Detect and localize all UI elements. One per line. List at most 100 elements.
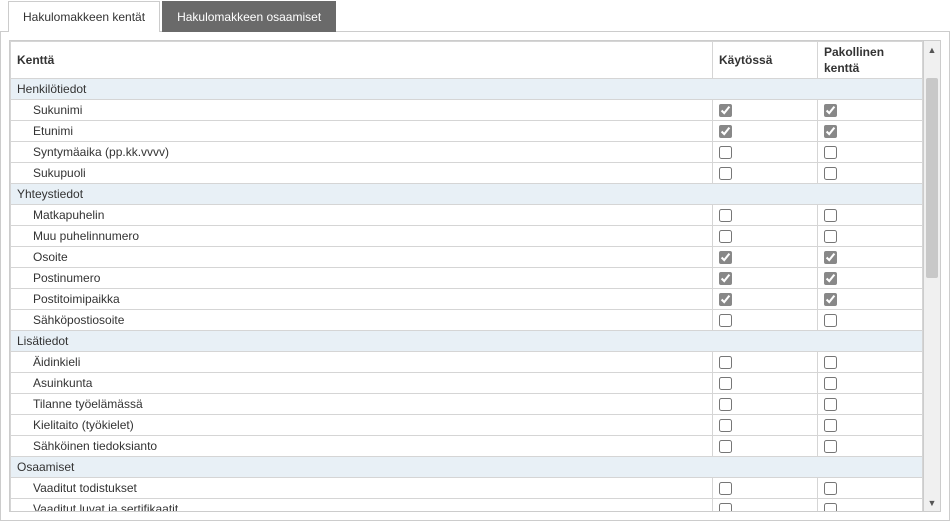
- required-checkbox[interactable]: [824, 356, 837, 369]
- tab-form-skills[interactable]: Hakulomakkeen osaamiset: [162, 1, 336, 32]
- table-row: Postinumero: [11, 268, 923, 289]
- inuse-cell: [713, 289, 818, 310]
- table-row: Vaaditut luvat ja sertifikaatit: [11, 499, 923, 513]
- fields-table: Kenttä Käytössä Pakollinen kenttä Henkil…: [10, 41, 923, 512]
- field-label: Sähköinen tiedoksianto: [11, 436, 713, 457]
- table-row: Sähköinen tiedoksianto: [11, 436, 923, 457]
- field-label: Kielitaito (työkielet): [11, 415, 713, 436]
- required-checkbox[interactable]: [824, 125, 837, 138]
- required-cell: [818, 268, 923, 289]
- required-cell: [818, 352, 923, 373]
- inuse-cell: [713, 394, 818, 415]
- field-label: Postitoimipaikka: [11, 289, 713, 310]
- scroll-wrap: Kenttä Käytössä Pakollinen kenttä Henkil…: [9, 40, 941, 512]
- required-checkbox[interactable]: [824, 398, 837, 411]
- required-checkbox[interactable]: [824, 167, 837, 180]
- required-checkbox[interactable]: [824, 272, 837, 285]
- required-checkbox[interactable]: [824, 230, 837, 243]
- required-cell: [818, 142, 923, 163]
- required-cell: [818, 289, 923, 310]
- vertical-scrollbar[interactable]: ▲ ▼: [924, 40, 941, 512]
- inuse-checkbox[interactable]: [719, 482, 732, 495]
- required-cell: [818, 100, 923, 121]
- inuse-checkbox[interactable]: [719, 209, 732, 222]
- required-cell: [818, 310, 923, 331]
- inuse-cell: [713, 373, 818, 394]
- inuse-checkbox[interactable]: [719, 230, 732, 243]
- field-label: Syntymäaika (pp.kk.vvvv): [11, 142, 713, 163]
- inuse-checkbox[interactable]: [719, 503, 732, 512]
- inuse-checkbox[interactable]: [719, 419, 732, 432]
- field-label: Äidinkieli: [11, 352, 713, 373]
- inuse-checkbox[interactable]: [719, 125, 732, 138]
- required-checkbox[interactable]: [824, 503, 837, 512]
- inuse-cell: [713, 352, 818, 373]
- inuse-cell: [713, 226, 818, 247]
- group-label: Yhteystiedot: [11, 184, 923, 205]
- inuse-checkbox[interactable]: [719, 104, 732, 117]
- field-label: Sukupuoli: [11, 163, 713, 184]
- app-container: Hakulomakkeen kentät Hakulomakkeen osaam…: [0, 0, 950, 527]
- required-checkbox[interactable]: [824, 209, 837, 222]
- required-checkbox[interactable]: [824, 377, 837, 390]
- inuse-checkbox[interactable]: [719, 251, 732, 264]
- required-cell: [818, 121, 923, 142]
- table-row: Osoite: [11, 247, 923, 268]
- tab-form-fields[interactable]: Hakulomakkeen kentät: [8, 1, 160, 32]
- table-row: Tilanne työelämässä: [11, 394, 923, 415]
- fields-table-wrap: Kenttä Käytössä Pakollinen kenttä Henkil…: [9, 40, 924, 512]
- group-row: Lisätiedot: [11, 331, 923, 352]
- scroll-down-icon[interactable]: ▼: [924, 494, 940, 511]
- required-checkbox[interactable]: [824, 419, 837, 432]
- table-row: Postitoimipaikka: [11, 289, 923, 310]
- required-checkbox[interactable]: [824, 104, 837, 117]
- required-cell: [818, 415, 923, 436]
- required-cell: [818, 499, 923, 513]
- inuse-checkbox[interactable]: [719, 293, 732, 306]
- group-row: Henkilötiedot: [11, 79, 923, 100]
- required-checkbox[interactable]: [824, 293, 837, 306]
- inuse-checkbox[interactable]: [719, 377, 732, 390]
- inuse-cell: [713, 499, 818, 513]
- table-row: Vaaditut todistukset: [11, 478, 923, 499]
- inuse-checkbox[interactable]: [719, 146, 732, 159]
- required-cell: [818, 373, 923, 394]
- inuse-cell: [713, 142, 818, 163]
- required-cell: [818, 226, 923, 247]
- group-label: Henkilötiedot: [11, 79, 923, 100]
- required-cell: [818, 205, 923, 226]
- group-row: Osaamiset: [11, 457, 923, 478]
- inuse-checkbox[interactable]: [719, 356, 732, 369]
- inuse-checkbox[interactable]: [719, 398, 732, 411]
- group-label: Osaamiset: [11, 457, 923, 478]
- inuse-checkbox[interactable]: [719, 314, 732, 327]
- inuse-cell: [713, 100, 818, 121]
- header-inuse: Käytössä: [713, 42, 818, 79]
- inuse-checkbox[interactable]: [719, 440, 732, 453]
- header-required: Pakollinen kenttä: [818, 42, 923, 79]
- inuse-cell: [713, 415, 818, 436]
- inuse-cell: [713, 310, 818, 331]
- field-label: Vaaditut luvat ja sertifikaatit: [11, 499, 713, 513]
- field-label: Sähköpostiosoite: [11, 310, 713, 331]
- inuse-checkbox[interactable]: [719, 272, 732, 285]
- scroll-track[interactable]: [924, 58, 940, 494]
- field-label: Tilanne työelämässä: [11, 394, 713, 415]
- required-checkbox[interactable]: [824, 482, 837, 495]
- field-label: Osoite: [11, 247, 713, 268]
- required-checkbox[interactable]: [824, 440, 837, 453]
- table-row: Syntymäaika (pp.kk.vvvv): [11, 142, 923, 163]
- inuse-checkbox[interactable]: [719, 167, 732, 180]
- required-checkbox[interactable]: [824, 314, 837, 327]
- required-cell: [818, 394, 923, 415]
- required-checkbox[interactable]: [824, 251, 837, 264]
- table-row: Sähköpostiosoite: [11, 310, 923, 331]
- scroll-thumb[interactable]: [926, 78, 938, 278]
- scroll-up-icon[interactable]: ▲: [924, 41, 940, 58]
- required-checkbox[interactable]: [824, 146, 837, 159]
- group-label: Lisätiedot: [11, 331, 923, 352]
- table-row: Asuinkunta: [11, 373, 923, 394]
- inuse-cell: [713, 436, 818, 457]
- table-row: Äidinkieli: [11, 352, 923, 373]
- table-header-row: Kenttä Käytössä Pakollinen kenttä: [11, 42, 923, 79]
